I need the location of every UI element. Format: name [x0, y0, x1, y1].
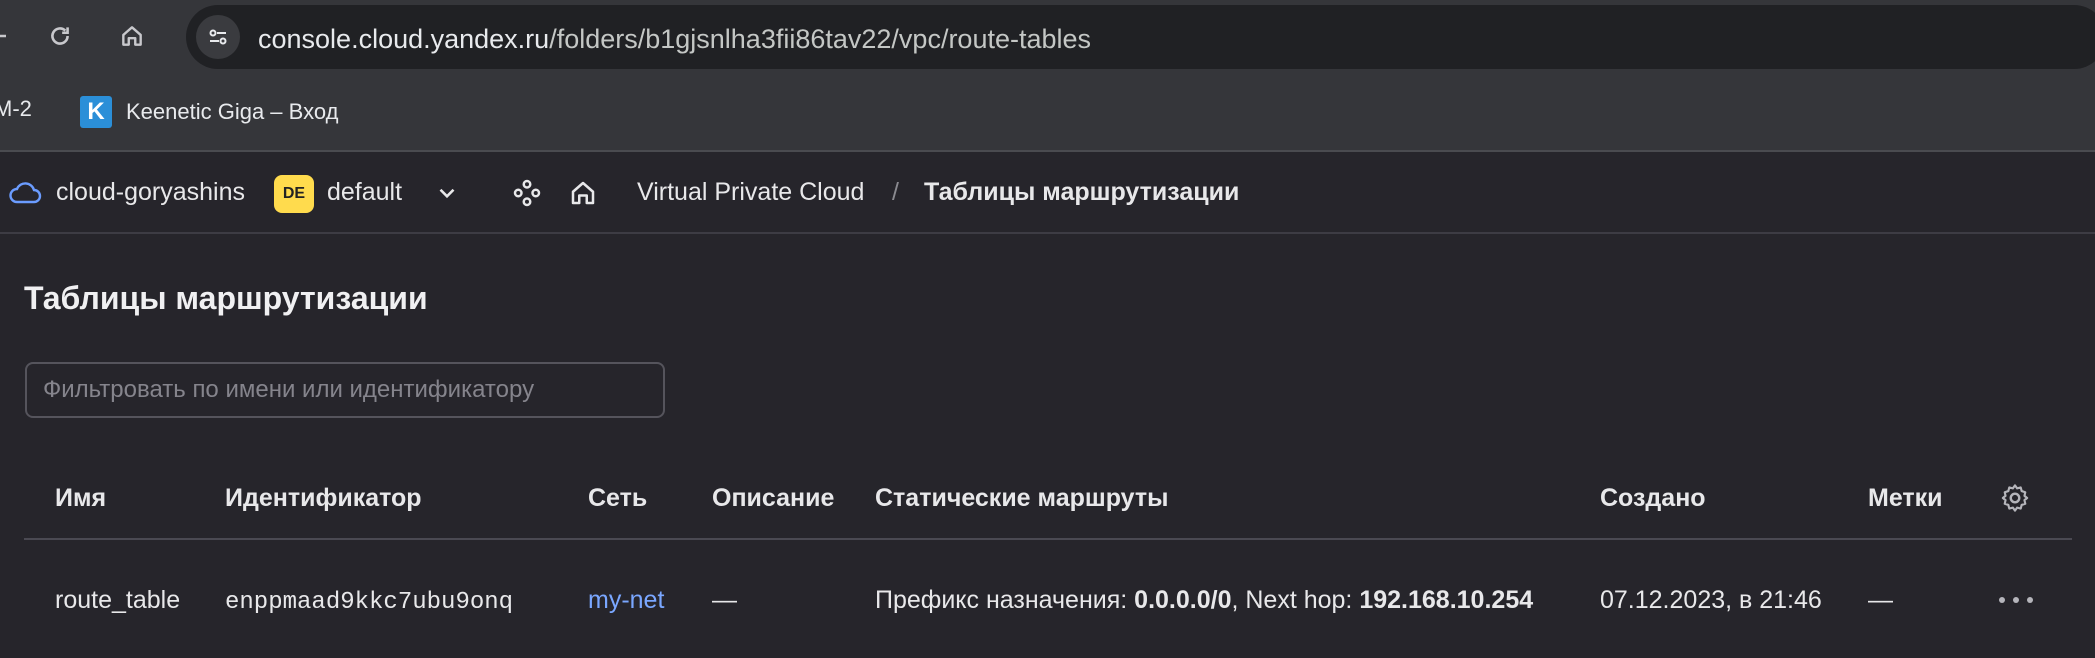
cell-network-link[interactable]: my-net [588, 586, 664, 615]
cell-id: enppmaad9kkc7ubu9onq [225, 589, 514, 616]
breadcrumb-separator: / [892, 178, 899, 206]
browser-toolbar: console.cloud.yandex.ru/folders/b1gjsnlh… [0, 0, 2095, 72]
cell-name[interactable]: route_table [55, 586, 180, 615]
column-header-name[interactable]: Имя [55, 484, 106, 513]
site-info-icon[interactable] [196, 15, 240, 59]
bookmarks-bar: M-2 K Keenetic Giga – Вход [0, 72, 2095, 152]
address-bar[interactable]: console.cloud.yandex.ru/folders/b1gjsnlh… [186, 5, 2095, 69]
page-title: Таблицы маршрутизации [24, 280, 428, 316]
cell-created: 07.12.2023, в 21:46 [1600, 586, 1822, 614]
folder-badge: DE [274, 175, 314, 213]
url-path: /folders/b1gjsnlha3fii86tav22/vpc/route-… [549, 24, 1092, 54]
bookmark-label: Keenetic Giga – Вход [126, 99, 339, 124]
chevron-down-icon[interactable] [434, 180, 460, 211]
bookmark-label: M-2 [0, 96, 32, 121]
table-header-divider [24, 538, 2072, 540]
cell-labels: — [1868, 586, 1893, 614]
url-host: console.cloud.yandex.ru [258, 24, 550, 54]
back-icon[interactable] [0, 14, 20, 58]
column-header-description[interactable]: Описание [712, 484, 834, 513]
row-actions-icon[interactable] [1999, 585, 2033, 615]
breadcrumb-service[interactable]: Virtual Private Cloud [637, 178, 864, 207]
route-nexthop: 192.168.10.254 [1359, 586, 1534, 614]
column-header-labels[interactable]: Метки [1868, 484, 1943, 513]
cell-description: — [712, 586, 737, 614]
keenetic-favicon-icon: K [80, 96, 112, 128]
console-header: cloud-goryashins DE default Virtual Priv… [0, 152, 2095, 234]
column-header-id[interactable]: Идентификатор [225, 484, 422, 513]
gear-icon[interactable] [1999, 482, 2031, 519]
route-nexthop-label: , Next hop: [1231, 586, 1353, 614]
cell-static-routes: Префикс назначения: 0.0.0.0/0, Next hop:… [875, 586, 1533, 615]
folder-selector[interactable]: default [327, 178, 402, 207]
column-header-created[interactable]: Создано [1600, 484, 1706, 513]
route-prefix: 0.0.0.0/0 [1134, 586, 1232, 614]
cloud-selector[interactable]: cloud-goryashins [56, 178, 245, 207]
home-icon[interactable] [568, 178, 598, 213]
bookmark-keenetic[interactable]: K Keenetic Giga – Вход [80, 96, 338, 128]
services-icon[interactable] [512, 178, 542, 213]
route-prefix-label: Префикс назначения: [875, 586, 1128, 614]
url-text[interactable]: console.cloud.yandex.ru/folders/b1gjsnlh… [258, 24, 1091, 55]
breadcrumb-current: Таблицы маршрутизации [924, 178, 1240, 206]
column-header-network[interactable]: Сеть [588, 484, 647, 513]
reload-icon[interactable] [38, 14, 82, 58]
filter-input[interactable] [25, 362, 665, 418]
column-header-static-routes[interactable]: Статические маршруты [875, 484, 1168, 513]
cloud-icon [8, 180, 42, 211]
home-icon[interactable] [110, 14, 154, 58]
bookmark-m2[interactable]: M-2 [0, 96, 32, 122]
